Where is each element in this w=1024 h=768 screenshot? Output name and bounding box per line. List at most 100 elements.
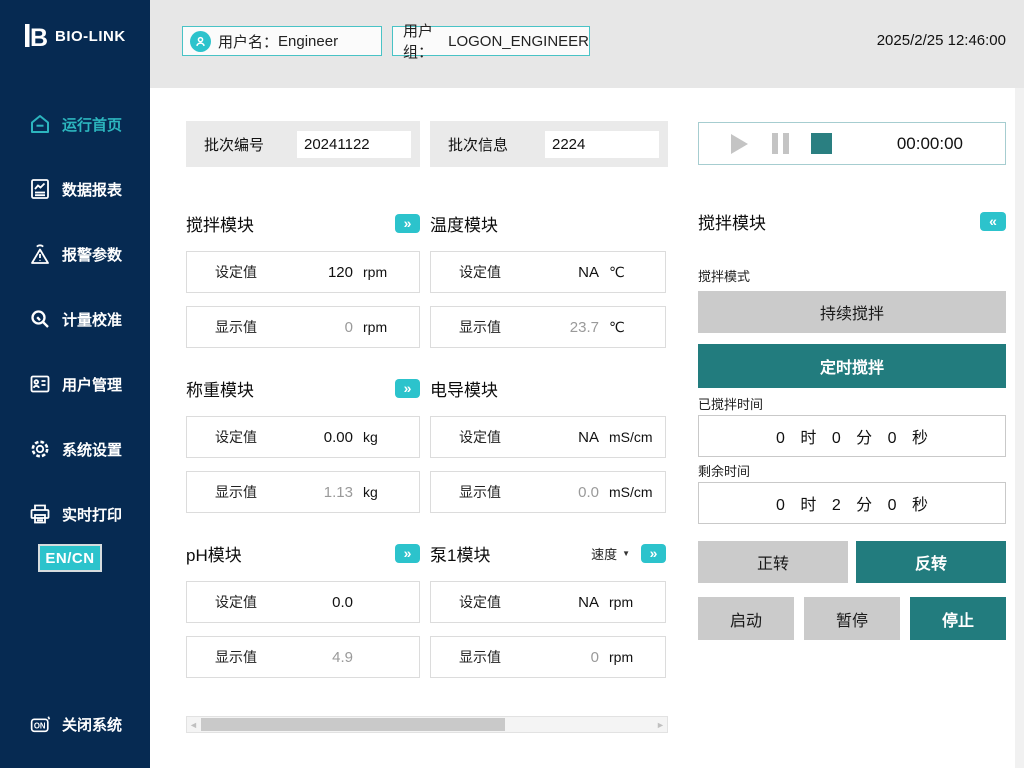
batch-info-label: 批次信息 <box>448 134 508 155</box>
display-value-field: 显示值 1.13 kg <box>186 471 420 513</box>
display-unit: ℃ <box>609 319 665 336</box>
home-icon <box>28 112 52 136</box>
sidebar-item-data-report[interactable]: 数据报表 <box>0 169 150 209</box>
stir-mode-label: 搅拌模式 <box>698 266 750 285</box>
expand-icon[interactable]: » <box>395 379 420 398</box>
sidebar-item-label: 计量校准 <box>62 309 122 330</box>
expand-icon[interactable]: » <box>641 544 666 563</box>
scrollbar-thumb[interactable] <box>201 718 505 731</box>
pause-button[interactable]: 暂停 <box>804 597 900 640</box>
sidebar-item-label: 运行首页 <box>62 114 122 135</box>
set-value-field[interactable]: 设定值 0.00 kg <box>186 416 420 458</box>
run-timer-box: 00:00:00 <box>698 122 1006 165</box>
set-value: NA <box>545 264 599 281</box>
display-unit: rpm <box>609 649 665 665</box>
bio-link-logo-icon: B <box>22 20 50 52</box>
sidebar-item-calibration[interactable]: 计量校准 <box>0 299 150 339</box>
chevron-down-icon: ▼ <box>622 549 630 558</box>
elapsed-time-display: 0 时 0 分 0 秒 <box>698 415 1006 457</box>
username-value: Engineer <box>278 33 338 50</box>
sidebar-item-system-settings[interactable]: 系统设置 <box>0 429 150 469</box>
pause-icon[interactable] <box>772 133 789 154</box>
username-box[interactable]: 用户名： Engineer <box>182 26 382 56</box>
display-value-label: 显示值 <box>215 317 257 337</box>
set-value-label: 设定值 <box>459 592 501 612</box>
set-unit: mS/cm <box>609 429 665 445</box>
alarm-icon <box>28 242 52 266</box>
user-management-icon <box>28 372 52 396</box>
usergroup-box[interactable]: 用户组： LOGON_ENGINEER <box>392 26 590 56</box>
remaining-time-display: 0 时 2 分 0 秒 <box>698 482 1006 524</box>
display-value: 0 <box>299 319 353 336</box>
set-value-field[interactable]: 设定值 NA rpm <box>430 581 666 623</box>
module-conductivity: 电导模块 设定值 NA mS/cm 显示值 0.0 mS/cm <box>430 370 666 526</box>
module-title: 温度模块 <box>430 211 498 236</box>
forward-button[interactable]: 正转 <box>698 541 848 583</box>
batch-info-input[interactable] <box>545 131 659 158</box>
module-title: 称重模块 <box>186 376 254 401</box>
settings-icon <box>28 437 52 461</box>
collapse-icon[interactable]: « <box>980 212 1006 231</box>
set-value-field[interactable]: 设定值 NA ℃ <box>430 251 666 293</box>
start-button[interactable]: 启动 <box>698 597 794 640</box>
module-stirring: 搅拌模块 » 设定值 120 rpm 显示值 0 rpm <box>186 205 420 361</box>
stop-button[interactable]: 停止 <box>910 597 1006 640</box>
timed-stir-button[interactable]: 定时搅拌 <box>698 344 1006 388</box>
stop-icon[interactable] <box>811 133 832 154</box>
sidebar-item-alarm-params[interactable]: 报警参数 <box>0 234 150 274</box>
scroll-right-icon[interactable]: ► <box>654 717 667 732</box>
sidebar-item-label: 用户管理 <box>62 374 122 395</box>
sidebar-item-label: 报警参数 <box>62 244 122 265</box>
reverse-button[interactable]: 反转 <box>856 541 1006 583</box>
set-value-field[interactable]: 设定值 NA mS/cm <box>430 416 666 458</box>
scroll-left-icon[interactable]: ◄ <box>187 717 200 732</box>
set-value-field[interactable]: 设定值 0.0 <box>186 581 420 623</box>
module-weighing: 称重模块 » 设定值 0.00 kg 显示值 1.13 kg <box>186 370 420 526</box>
module-temperature: 温度模块 设定值 NA ℃ 显示值 23.7 ℃ <box>430 205 666 361</box>
batch-number-input[interactable] <box>297 131 411 158</box>
sidebar-item-user-management[interactable]: 用户管理 <box>0 364 150 404</box>
continuous-stir-button[interactable]: 持续搅拌 <box>698 291 1006 333</box>
topbar: 用户名： Engineer 用户组： LOGON_ENGINEER 2025/2… <box>150 0 1024 88</box>
sidebar-item-label: 数据报表 <box>62 179 122 200</box>
sidebar: B BIO-LINK 运行首页 <box>0 0 150 768</box>
pump-mode-dropdown[interactable]: 速度 ▼ <box>591 544 630 563</box>
set-unit: rpm <box>363 264 419 280</box>
expand-icon[interactable]: » <box>395 214 420 233</box>
set-unit: ℃ <box>609 264 665 281</box>
expand-icon[interactable]: » <box>395 544 420 563</box>
batch-number-label: 批次编号 <box>204 134 264 155</box>
elapsed-time-label: 已搅拌时间 <box>698 394 763 413</box>
pump-mode-value: 速度 <box>591 544 617 563</box>
module-ph: pH模块 » 设定值 0.0 显示值 4.9 <box>186 535 420 691</box>
vertical-scrollbar[interactable] <box>1015 88 1024 768</box>
display-value-label: 显示值 <box>459 317 501 337</box>
set-value-label: 设定值 <box>215 592 257 612</box>
calibration-icon <box>28 307 52 331</box>
play-icon[interactable] <box>731 134 748 154</box>
shutdown-system-button[interactable]: ON 关闭系统 <box>0 704 150 744</box>
set-value-label: 设定值 <box>459 262 501 282</box>
module-title: 搅拌模块 <box>186 211 254 236</box>
display-unit: rpm <box>363 319 419 335</box>
display-value-label: 显示值 <box>459 482 501 502</box>
set-value-field[interactable]: 设定值 120 rpm <box>186 251 420 293</box>
datetime-display: 2025/2/25 12:46:00 <box>877 32 1006 49</box>
horizontal-scrollbar[interactable]: ◄ ► <box>186 716 668 733</box>
batch-number-panel: 批次编号 <box>186 121 420 167</box>
sidebar-item-realtime-print[interactable]: 实时打印 <box>0 494 150 534</box>
language-toggle-button[interactable]: EN/CN <box>38 544 102 572</box>
sidebar-item-run-home[interactable]: 运行首页 <box>0 104 150 144</box>
set-unit: kg <box>363 429 419 445</box>
set-value: NA <box>545 429 599 446</box>
remaining-time-label: 剩余时间 <box>698 461 750 480</box>
power-on-icon: ON <box>28 712 53 737</box>
user-avatar-icon <box>190 31 211 52</box>
svg-text:ON: ON <box>34 721 46 730</box>
display-value-label: 显示值 <box>215 647 257 667</box>
brand-logo: B BIO-LINK <box>22 20 126 52</box>
set-value: 120 <box>299 264 353 281</box>
app-window: B BIO-LINK 运行首页 <box>0 0 1024 768</box>
set-value-label: 设定值 <box>459 427 501 447</box>
usergroup-value: LOGON_ENGINEER <box>448 33 589 50</box>
